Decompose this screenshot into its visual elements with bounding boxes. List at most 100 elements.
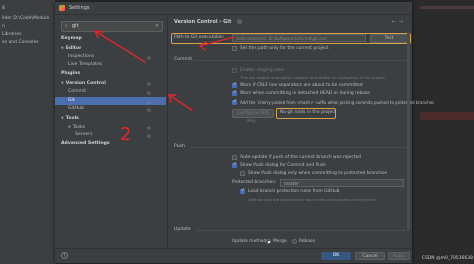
- expand-arrow-icon[interactable]: ▼: [61, 46, 64, 50]
- breadcrumb: Version Control › Git ▤: [174, 19, 242, 25]
- project-scope-icon: ▤: [147, 133, 151, 138]
- test-button[interactable]: Test: [370, 34, 408, 43]
- warn-detached-checkbox[interactable]: [232, 90, 237, 96]
- tree-item-tasks[interactable]: ▼ Tasks: [68, 123, 85, 131]
- merge-radio[interactable]: [266, 239, 271, 244]
- show-push-dialog-checkbox[interactable]: [232, 162, 237, 168]
- breadcrumb-version-control[interactable]: Version Control: [174, 19, 218, 25]
- settings-tree-pane: ⌕ git ✕ Keymap ▼ Editor Inspections ▤ Live Te…: [55, 15, 168, 248]
- auto-update-label: Auto-update if push of the current branc…: [240, 155, 361, 160]
- tree-item-label: Plugins: [61, 71, 81, 76]
- ok-button[interactable]: OK: [321, 252, 351, 260]
- tree-item-keymap[interactable]: Keymap: [61, 35, 82, 43]
- intellij-logo-icon: [59, 5, 65, 11]
- project-only-label: Set this path only for the current proje…: [240, 46, 329, 51]
- watermark: CSDN @m0_70536638: [421, 256, 473, 261]
- tree-item-label: Commit: [68, 89, 87, 94]
- load-rules-label: Load branch protection rules from GitHub: [248, 189, 340, 194]
- protected-only-label: Show Push dialog only when committing to…: [248, 171, 387, 176]
- tree-item-inspections[interactable]: Inspections: [68, 53, 94, 61]
- clear-icon[interactable]: ✕: [155, 23, 159, 29]
- git-path-label: Path to Git executable:: [174, 35, 225, 40]
- cancel-button[interactable]: Cancel: [355, 252, 385, 260]
- expand-arrow-icon[interactable]: ▼: [68, 125, 71, 129]
- expand-arrow-icon[interactable]: ▼: [61, 81, 64, 85]
- project-scope-icon: ▤: [147, 107, 151, 112]
- staging-area-checkbox[interactable]: [232, 68, 237, 73]
- tree-item-tools[interactable]: ▼ Tools: [61, 114, 79, 122]
- no-git-roots-label: No git roots in the project: [280, 110, 337, 115]
- tree-item-editor[interactable]: ▼ Editor: [61, 44, 81, 52]
- tree-item-live-templates[interactable]: Live Templates: [68, 61, 102, 69]
- git-path-field[interactable]: Auto-detected: D:\Software\Git\cmd\git.e…: [232, 34, 366, 42]
- git-settings-content: Version Control › Git ▤ ←→ Path to Git e…: [168, 15, 434, 248]
- dialog-title: Settings: [69, 5, 90, 11]
- warn-crlf-label: Warn if CRLF line separators are about t…: [240, 83, 363, 88]
- breadcrumb-git: Git: [223, 19, 232, 25]
- update-separator: [196, 230, 406, 231]
- protected-branches-label: Protected branches:: [232, 180, 277, 185]
- load-rules-note: GitHub rules are added to the local rule…: [248, 197, 377, 202]
- update-method-label: Update method:: [232, 239, 268, 244]
- settings-dialog: Settings ⌕ git ✕ Keymap ▼ Editor Inspection…: [55, 2, 434, 263]
- tree-item-commit[interactable]: Commit: [68, 88, 86, 96]
- tree-item-git[interactable]: Git: [68, 97, 75, 105]
- tree-item-label: Tools: [65, 116, 79, 121]
- tree-item-plugins[interactable]: Plugins: [61, 70, 80, 78]
- search-icon: ⌕: [65, 23, 68, 29]
- tree-item-label: Tasks: [72, 125, 86, 130]
- ide-project-panel: 8 ilder D:\Code\Module n Libraries es an…: [0, 0, 55, 264]
- search-value: git: [72, 23, 79, 29]
- forward-icon[interactable]: →: [399, 19, 406, 25]
- tree-item-label: Live Templates: [68, 62, 103, 67]
- nav-arrows: ←→: [392, 19, 406, 25]
- warn-detached-label: Warn when committing in detached HEAD or…: [240, 91, 370, 96]
- project-scope-icon: ▤: [147, 55, 151, 60]
- tree-item-github[interactable]: GitHub: [68, 105, 84, 113]
- editor-bar: [420, 6, 474, 9]
- staging-area-label: Enable staging area: [240, 68, 284, 73]
- project-scope-icon: ▤: [147, 90, 151, 95]
- load-rules-checkbox[interactable]: [240, 188, 245, 194]
- project-scope-icon: ▤: [237, 19, 242, 25]
- project-scope-icon: ▤: [147, 81, 151, 86]
- ide-editor-panel: [412, 0, 474, 264]
- merge-label: Merge: [273, 239, 287, 244]
- tree-item-label: Advanced Settings: [61, 141, 110, 146]
- content-scrollbar[interactable]: [407, 31, 410, 231]
- project-line-5: es and Consoles: [2, 40, 39, 45]
- protected-only-checkbox[interactable]: [240, 171, 245, 176]
- apply-button[interactable]: Apply: [388, 252, 410, 260]
- commit-section-title: Commit: [174, 57, 193, 62]
- cherry-pick-label: Add the 'cherry-picked from <hash>' suff…: [240, 100, 435, 105]
- project-line-4: Libraries: [2, 32, 22, 37]
- protected-branches-field[interactable]: master: [280, 179, 404, 187]
- tree-item-label: GitHub: [68, 106, 84, 111]
- project-scope-icon: ▤: [147, 125, 151, 130]
- commit-separator: [194, 60, 406, 61]
- update-section-title: Update: [174, 227, 191, 232]
- back-icon[interactable]: ←: [392, 19, 399, 25]
- tree-item-servers[interactable]: Servers: [75, 131, 92, 139]
- dialog-titlebar: Settings: [55, 2, 412, 15]
- settings-search-input[interactable]: ⌕ git ✕: [61, 21, 163, 32]
- push-section-title: Push: [174, 144, 185, 149]
- warn-crlf-checkbox[interactable]: [232, 82, 237, 88]
- help-button[interactable]: ?: [61, 252, 68, 259]
- rebase-radio[interactable]: [292, 239, 297, 244]
- expand-arrow-icon[interactable]: ▼: [61, 116, 64, 120]
- project-line-1: 8: [2, 6, 5, 11]
- rebase-label: Rebase: [299, 239, 316, 244]
- project-only-checkbox[interactable]: [232, 46, 237, 51]
- tree-item-label: Servers: [75, 132, 93, 137]
- tree-item-label: Inspections: [68, 54, 95, 59]
- tree-item-advanced-settings[interactable]: Advanced Settings: [61, 140, 110, 148]
- auto-update-checkbox[interactable]: [232, 155, 237, 160]
- tree-item-label: Version Control: [65, 81, 106, 86]
- tree-item-version-control[interactable]: ▼ Version Control: [61, 79, 106, 87]
- show-push-dialog-label: Show Push dialog for Commit and Push: [240, 163, 327, 168]
- tree-item-label: Editor: [65, 46, 82, 51]
- configure-gpg-button[interactable]: Configure GPG Key...: [232, 109, 274, 124]
- tree-item-label: Git: [68, 98, 75, 103]
- cherry-pick-checkbox[interactable]: [232, 99, 237, 105]
